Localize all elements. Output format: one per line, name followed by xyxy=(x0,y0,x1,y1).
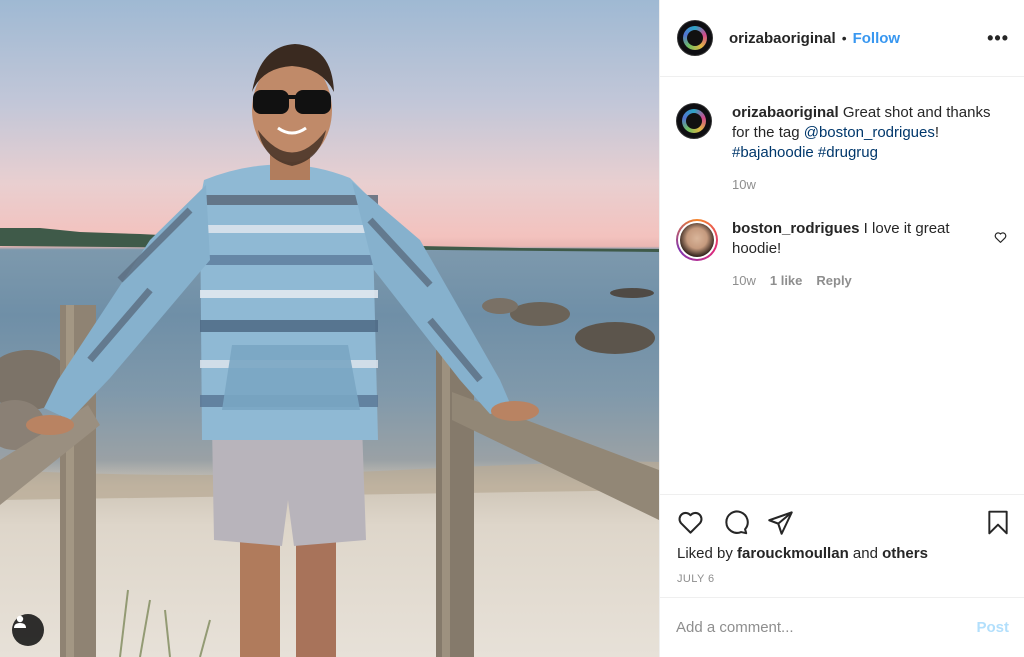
comment-likes[interactable]: 1 like xyxy=(770,273,803,288)
heart-icon[interactable] xyxy=(994,231,1007,249)
photo-scene xyxy=(0,44,659,657)
author-username[interactable]: orizabaoriginal xyxy=(729,30,836,47)
separator-dot: • xyxy=(841,30,847,46)
add-comment-form: Post xyxy=(660,597,1024,657)
comment-username[interactable]: orizabaoriginal xyxy=(732,104,839,121)
hashtag-link[interactable]: #bajahoodie xyxy=(732,144,814,161)
comment-input[interactable] xyxy=(676,619,977,636)
liked-by-join: and xyxy=(848,545,883,562)
comment-icon[interactable] xyxy=(722,509,749,541)
reply-button[interactable]: Reply xyxy=(816,273,851,288)
caption-end: ! xyxy=(934,124,940,141)
hashtag-link[interactable]: #drugrug xyxy=(818,144,878,161)
avatar[interactable] xyxy=(677,20,713,56)
liked-by-others[interactable]: others xyxy=(882,545,928,562)
more-options-icon[interactable]: ••• xyxy=(987,28,1009,49)
post-side-panel: orizabaoriginal • Follow ••• orizabaorig… xyxy=(659,0,1024,657)
post-photo[interactable] xyxy=(0,0,659,657)
comment-time[interactable]: 10w xyxy=(732,273,756,288)
comment-username[interactable]: boston_rodrigues xyxy=(732,220,860,237)
liked-by: Liked by farouckmoullan and others xyxy=(677,545,928,562)
post-header: orizabaoriginal • Follow ••• xyxy=(660,0,1024,77)
caption-comment: orizabaoriginal Great shot and thanks fo… xyxy=(676,103,1009,192)
heart-icon[interactable] xyxy=(677,509,704,541)
avatar[interactable] xyxy=(676,219,718,261)
liked-by-user[interactable]: farouckmoullan xyxy=(737,545,849,562)
comment-item: boston_rodrigues I love it great hoodie!… xyxy=(676,219,1009,288)
mention-link[interactable]: @boston_rodrigues xyxy=(804,124,935,141)
post-actions: Liked by farouckmoullan and others JULY … xyxy=(660,494,1024,597)
bookmark-icon[interactable] xyxy=(985,509,1011,541)
post-date[interactable]: JULY 6 xyxy=(677,573,714,585)
comment-text: boston_rodrigues I love it great hoodie! xyxy=(732,219,983,259)
avatar[interactable] xyxy=(676,103,712,139)
liked-by-prefix: Liked by xyxy=(677,545,738,562)
comment-time[interactable]: 10w xyxy=(732,177,756,192)
comments-list: orizabaoriginal Great shot and thanks fo… xyxy=(660,77,1024,288)
comment-meta: 10w 1 like Reply xyxy=(732,273,983,288)
comment-meta: 10w xyxy=(732,177,1009,192)
share-icon[interactable] xyxy=(767,509,794,541)
user-tag-icon[interactable] xyxy=(12,614,44,646)
post-button[interactable]: Post xyxy=(976,619,1009,636)
caption-text: orizabaoriginal Great shot and thanks fo… xyxy=(732,103,1009,163)
follow-button[interactable]: Follow xyxy=(853,30,901,47)
